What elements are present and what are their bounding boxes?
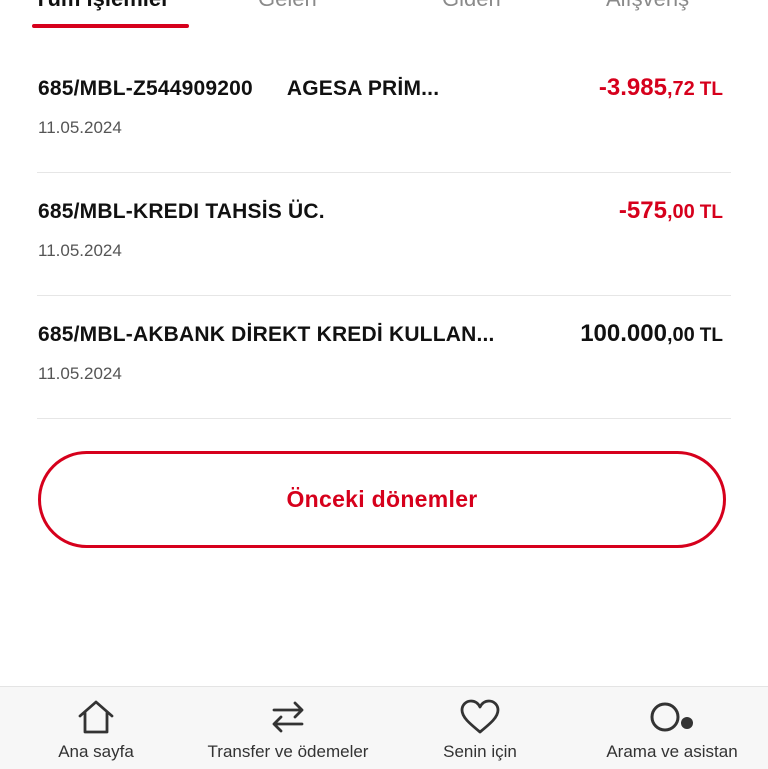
- nav-search-assistant-label: Arama ve asistan: [606, 742, 738, 761]
- transaction-reference: 685/MBL-KREDI TAHSİS ÜC.: [38, 200, 325, 223]
- amount-currency: TL: [699, 325, 723, 346]
- amount-decimal: ,00: [666, 324, 695, 346]
- amount-integer: -575: [618, 197, 667, 224]
- transaction-row[interactable]: 685/MBL-Z544909200 AGESA PRİM... 11.05.20…: [37, 50, 731, 173]
- transaction-date: 11.05.2024: [38, 241, 122, 260]
- transaction-row[interactable]: 685/MBL-AKBANK DİREKT KREDİ KULLAN... 11…: [37, 296, 731, 419]
- transaction-reference: 685/MBL-Z544909200: [38, 77, 253, 100]
- tab-outgoing[interactable]: Giden: [442, 0, 501, 12]
- nav-home-label: Ana sayfa: [58, 742, 134, 761]
- search-assistant-icon: [648, 699, 696, 740]
- previous-periods-button[interactable]: Önceki dönemler: [38, 451, 726, 548]
- transaction-amount: 100.000,00 TL: [580, 320, 723, 348]
- tab-shopping[interactable]: Alışveriş: [606, 0, 689, 12]
- nav-for-you-label: Senin için: [443, 742, 517, 761]
- tab-incoming[interactable]: Gelen: [258, 0, 317, 12]
- amount-currency: TL: [699, 79, 723, 100]
- active-tab-indicator: [32, 24, 189, 28]
- nav-transfers[interactable]: Transfer ve ödemeler: [192, 687, 384, 769]
- row-divider: [37, 418, 731, 419]
- bottom-navigation: Ana sayfa Transfer ve ödemeler Senin içi…: [0, 686, 768, 769]
- transaction-description: AGESA PRİM...: [286, 77, 440, 100]
- transaction-title: 685/MBL-AKBANK DİREKT KREDİ KULLAN...: [38, 323, 495, 347]
- amount-integer: -3.985: [598, 74, 667, 101]
- transaction-tabs: Tüm işlemler Gelen Giden Alışveriş: [0, 0, 768, 30]
- nav-search-assistant[interactable]: Arama ve asistan: [576, 687, 768, 769]
- transaction-row[interactable]: 685/MBL-KREDI TAHSİS ÜC. 11.05.2024 -575…: [37, 173, 731, 296]
- amount-decimal: ,72: [666, 78, 695, 100]
- transfer-icon: [269, 699, 307, 740]
- transaction-reference: 685/MBL-AKBANK DİREKT KREDİ KULLAN...: [38, 323, 495, 346]
- transaction-title: 685/MBL-KREDI TAHSİS ÜC.: [38, 200, 325, 224]
- transaction-title: 685/MBL-Z544909200 AGESA PRİM...: [38, 77, 439, 101]
- transaction-amount: -3.985,72 TL: [599, 74, 723, 102]
- nav-for-you[interactable]: Senin için: [384, 687, 576, 769]
- transaction-date: 11.05.2024: [38, 118, 122, 137]
- nav-home[interactable]: Ana sayfa: [0, 687, 192, 769]
- tab-all-transactions[interactable]: Tüm işlemler: [34, 0, 170, 12]
- amount-integer: 100.000: [580, 320, 667, 347]
- transaction-date: 11.05.2024: [38, 364, 122, 383]
- nav-transfers-label: Transfer ve ödemeler: [207, 742, 369, 761]
- amount-currency: TL: [699, 202, 723, 223]
- home-icon: [77, 699, 115, 740]
- amount-decimal: ,00: [666, 201, 695, 223]
- transaction-amount: -575,00 TL: [619, 197, 723, 225]
- heart-icon: [459, 699, 501, 740]
